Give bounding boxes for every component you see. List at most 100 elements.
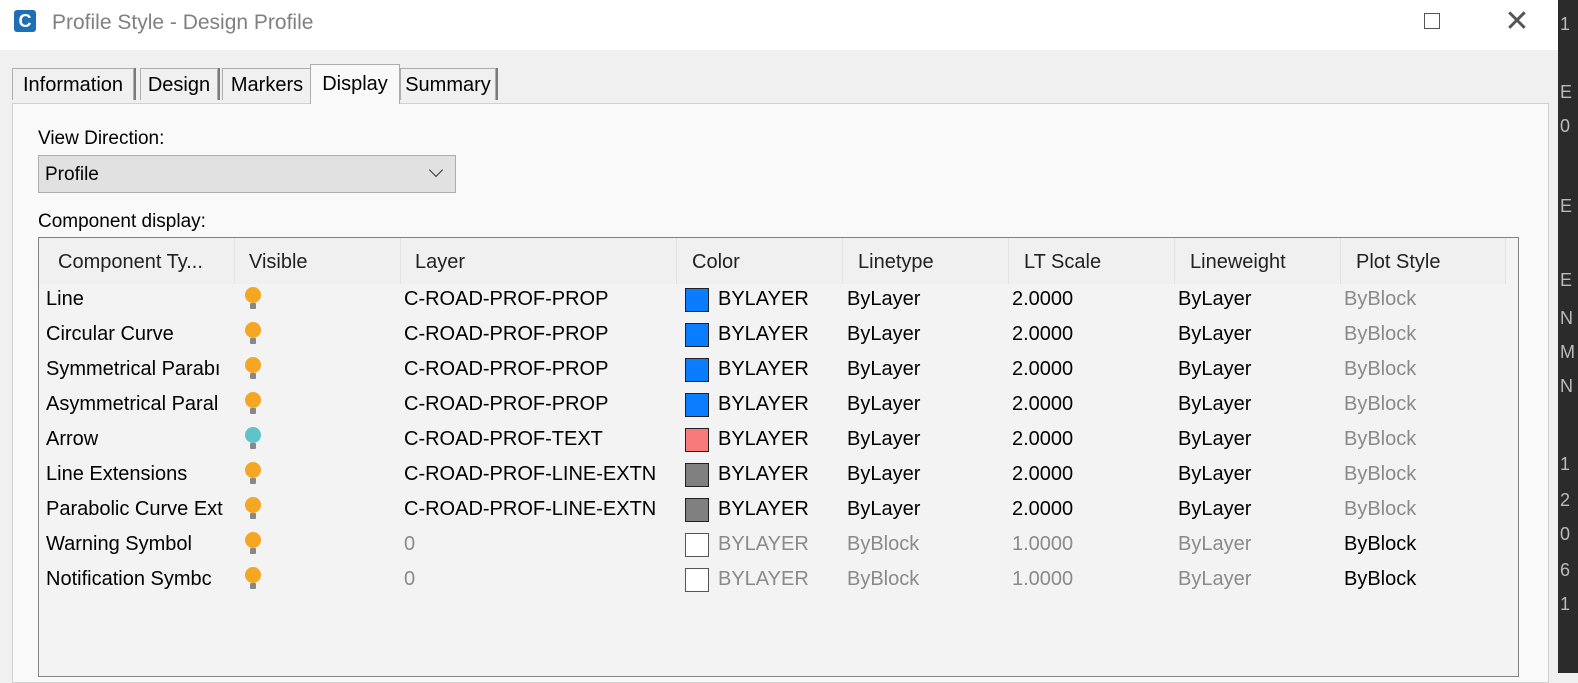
column-header-linetype[interactable]: Linetype [843,238,1009,284]
cell-plot-style[interactable]: ByBlock [1344,562,1504,597]
cell-layer[interactable]: C-ROAD-PROF-PROP [404,282,674,317]
cell-plot-style[interactable]: ByBlock [1344,457,1504,492]
cell-lt-scale[interactable]: 2.0000 [1012,352,1172,387]
lightbulb-icon[interactable] [243,287,263,315]
cell-lineweight[interactable]: ByLayer [1178,562,1338,597]
table-row[interactable]: Arrow C-ROAD-PROF-TEXT BYLAYER ByLayer 2.000… [39,422,1506,457]
cell-lineweight[interactable]: ByLayer [1178,527,1338,562]
cell-plot-style[interactable]: ByBlock [1344,282,1504,317]
color-swatch[interactable] [685,393,709,417]
cell-lt-scale[interactable]: 2.0000 [1012,457,1172,492]
color-swatch[interactable] [685,533,709,557]
cell-color[interactable]: BYLAYER [718,457,838,492]
table-row[interactable]: Circular Curve C-ROAD-PROF-PROP BYLAYER ByL… [39,317,1506,352]
lightbulb-icon[interactable] [243,567,263,595]
cell-lt-scale[interactable]: 2.0000 [1012,282,1172,317]
tab-information[interactable]: Information [12,68,134,100]
cell-layer[interactable]: 0 [404,527,674,562]
color-swatch[interactable] [685,428,709,452]
cell-lineweight[interactable]: ByLayer [1178,317,1338,352]
cell-layer[interactable]: C-ROAD-PROF-LINE-EXTN [404,492,674,527]
cell-plot-style[interactable]: ByBlock [1344,492,1504,527]
table-row[interactable]: Asymmetrical Paral C-ROAD-PROF-PROP BYLAYE… [39,387,1506,422]
cell-lineweight[interactable]: ByLayer [1178,457,1338,492]
cell-lineweight[interactable]: ByLayer [1178,387,1338,422]
tab-markers[interactable]: Markers [222,68,312,100]
cell-lineweight[interactable]: ByLayer [1178,282,1338,317]
table-row[interactable]: Notification Symbc 0 BYLAYER ByBlock 1.0000 B… [39,562,1506,597]
table-row[interactable]: Warning Symbol 0 BYLAYER ByBlock 1.0000 ByLay… [39,527,1506,562]
cell-linetype[interactable]: ByBlock [847,562,1007,597]
cell-lineweight[interactable]: ByLayer [1178,422,1338,457]
column-header-color[interactable]: Color [677,238,843,284]
cell-color[interactable]: BYLAYER [718,422,838,457]
table-row[interactable]: Line C-ROAD-PROF-PROP BYLAYER ByLayer 2.0000… [39,282,1506,317]
tab-summary[interactable]: Summary [400,68,496,100]
cell-lt-scale[interactable]: 2.0000 [1012,317,1172,352]
cell-linetype[interactable]: ByLayer [847,422,1007,457]
cell-linetype[interactable]: ByLayer [847,492,1007,527]
cell-lt-scale[interactable]: 1.0000 [1012,562,1172,597]
cell-plot-style[interactable]: ByBlock [1344,387,1504,422]
view-direction-dropdown[interactable]: Profile [38,155,456,193]
tab-design[interactable]: Design [140,68,218,100]
color-swatch[interactable] [685,358,709,382]
cell-component[interactable]: Notification Symbc [46,562,234,597]
cell-color[interactable]: BYLAYER [718,282,838,317]
cell-plot-style[interactable]: ByBlock [1344,527,1504,562]
cell-component[interactable]: Line Extensions [46,457,234,492]
column-header-plot-style[interactable]: Plot Style [1341,238,1506,284]
cell-layer[interactable]: C-ROAD-PROF-PROP [404,352,674,387]
column-header-lineweight[interactable]: Lineweight [1175,238,1341,284]
cell-plot-style[interactable]: ByBlock [1344,422,1504,457]
cell-component[interactable]: Warning Symbol [46,527,234,562]
table-row[interactable]: Parabolic Curve Ext C-ROAD-PROF-LINE-EXTN… [39,492,1506,527]
cell-component[interactable]: Parabolic Curve Ext [46,492,234,527]
cell-color[interactable]: BYLAYER [718,527,838,562]
color-swatch[interactable] [685,463,709,487]
cell-layer[interactable]: 0 [404,562,674,597]
cell-lt-scale[interactable]: 2.0000 [1012,387,1172,422]
table-row[interactable]: Line Extensions C-ROAD-PROF-LINE-EXTN BYLA… [39,457,1506,492]
column-header-lt-scale[interactable]: LT Scale [1009,238,1175,284]
cell-component[interactable]: Arrow [46,422,234,457]
cell-color[interactable]: BYLAYER [718,352,838,387]
cell-linetype[interactable]: ByLayer [847,317,1007,352]
cell-lineweight[interactable]: ByLayer [1178,492,1338,527]
cell-linetype[interactable]: ByLayer [847,387,1007,422]
cell-layer[interactable]: C-ROAD-PROF-LINE-EXTN [404,457,674,492]
cell-color[interactable]: BYLAYER [718,387,838,422]
lightbulb-icon[interactable] [243,427,263,455]
tab-display[interactable]: Display [310,64,400,104]
cell-plot-style[interactable]: ByBlock [1344,317,1504,352]
color-swatch[interactable] [685,288,709,312]
lightbulb-icon[interactable] [243,357,263,385]
cell-color[interactable]: BYLAYER [718,492,838,527]
cell-component[interactable]: Asymmetrical Paral [46,387,234,422]
cell-linetype[interactable]: ByLayer [847,457,1007,492]
cell-plot-style[interactable]: ByBlock [1344,352,1504,387]
cell-layer[interactable]: C-ROAD-PROF-TEXT [404,422,674,457]
color-swatch[interactable] [685,323,709,347]
cell-layer[interactable]: C-ROAD-PROF-PROP [404,387,674,422]
lightbulb-icon[interactable] [243,497,263,525]
cell-component[interactable]: Circular Curve [46,317,234,352]
color-swatch[interactable] [685,498,709,522]
cell-color[interactable]: BYLAYER [718,562,838,597]
cell-color[interactable]: BYLAYER [718,317,838,352]
maximize-icon[interactable] [1424,13,1440,29]
cell-linetype[interactable]: ByLayer [847,282,1007,317]
cell-layer[interactable]: C-ROAD-PROF-PROP [404,317,674,352]
cell-lineweight[interactable]: ByLayer [1178,352,1338,387]
cell-component[interactable]: Symmetrical Parabı [46,352,234,387]
column-header-visible[interactable]: Visible [235,238,401,284]
column-header-component-type[interactable]: Component Ty... [39,238,235,284]
close-icon[interactable]: ✕ [1502,7,1532,38]
lightbulb-icon[interactable] [243,532,263,560]
column-header-layer[interactable]: Layer [401,238,677,284]
cell-lt-scale[interactable]: 2.0000 [1012,492,1172,527]
cell-lt-scale[interactable]: 2.0000 [1012,422,1172,457]
table-row[interactable]: Symmetrical Parabı C-ROAD-PROF-PROP BYLAYE… [39,352,1506,387]
cell-component[interactable]: Line [46,282,234,317]
cell-lt-scale[interactable]: 1.0000 [1012,527,1172,562]
